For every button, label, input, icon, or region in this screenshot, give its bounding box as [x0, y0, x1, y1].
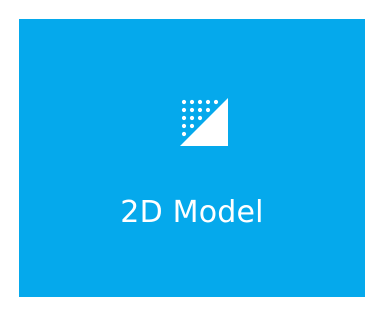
2d-model-icon [180, 98, 228, 146]
2d-model-tile[interactable]: 2D Model [19, 19, 365, 297]
tile-label: 2D Model [120, 195, 264, 230]
